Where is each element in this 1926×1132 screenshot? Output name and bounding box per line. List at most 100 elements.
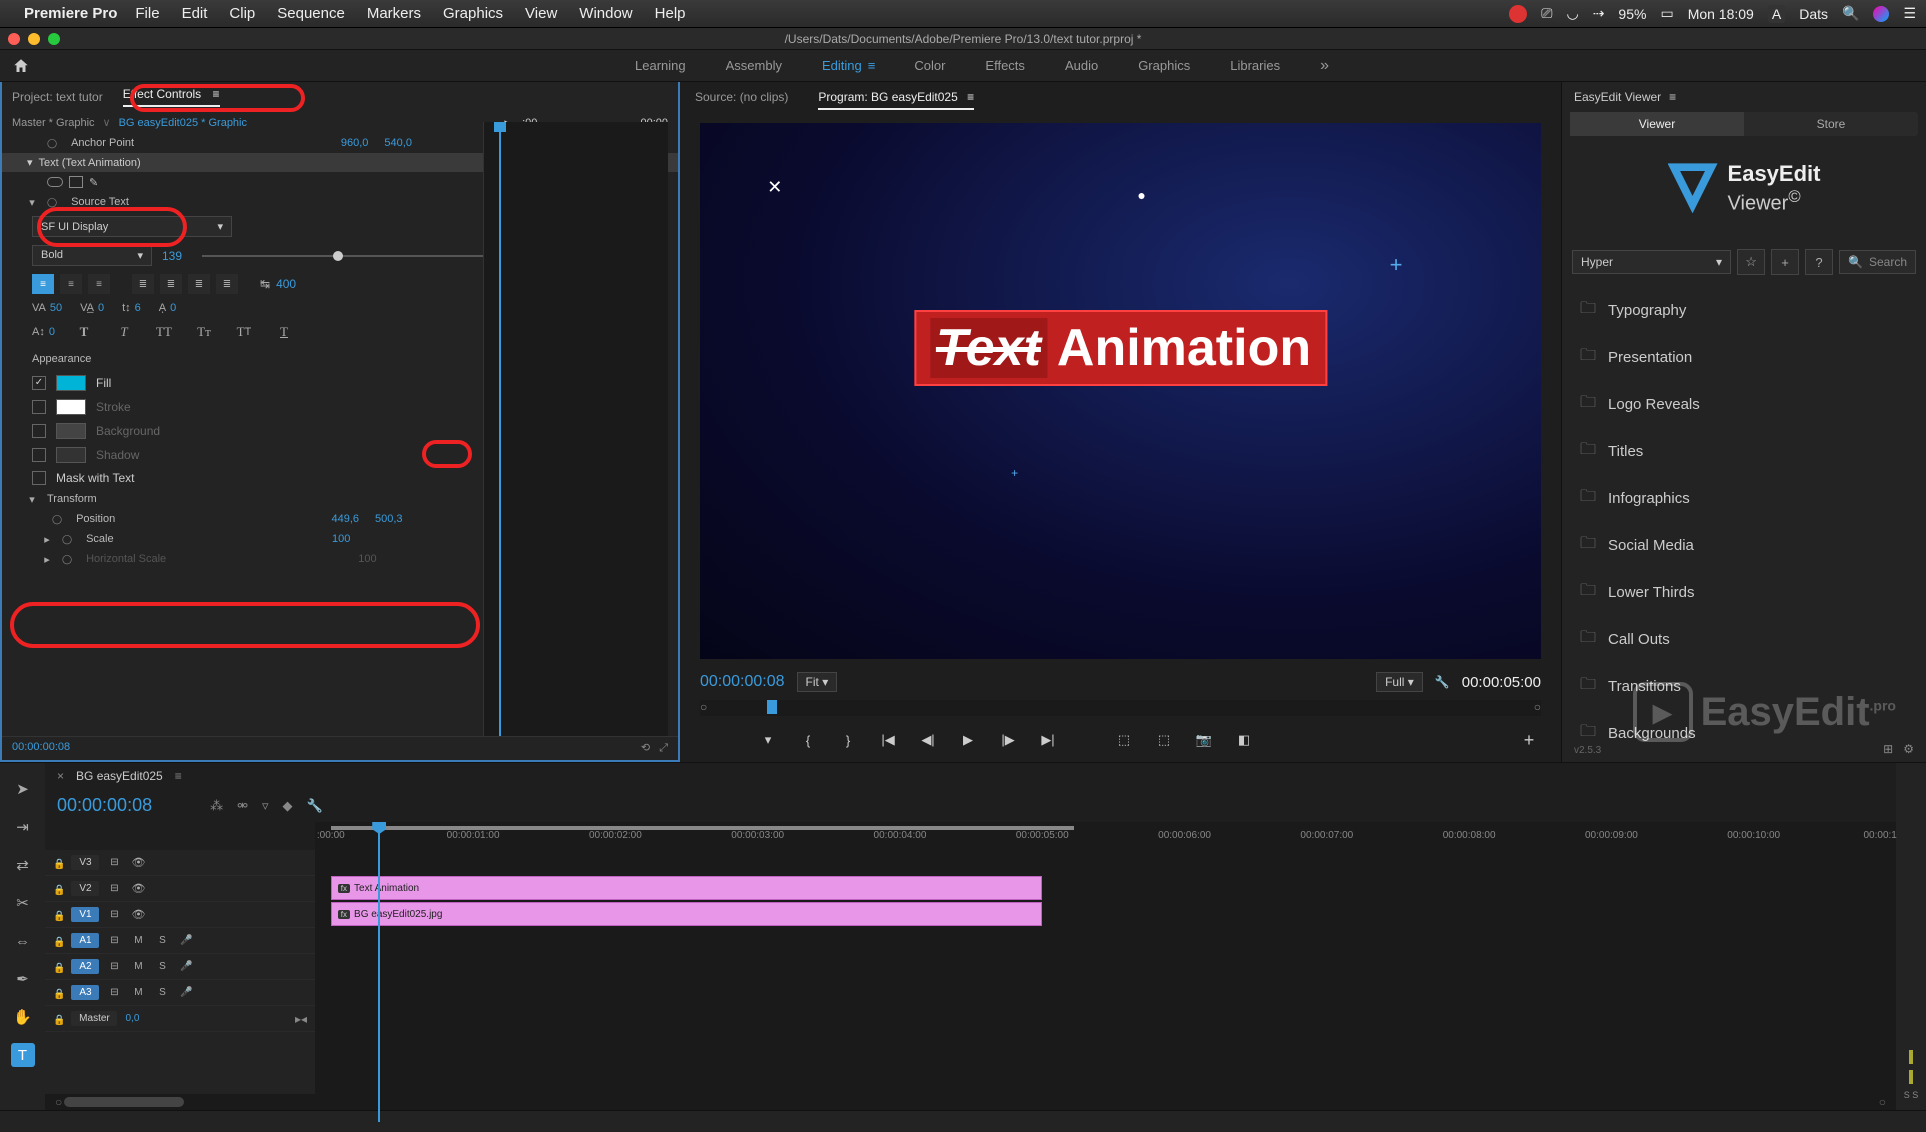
sequence-close-icon[interactable]: × [57,769,64,783]
sync-lock-icon[interactable]: ⊟ [105,961,123,972]
hand-tool-icon[interactable]: ✋ [11,1005,35,1029]
workspace-libraries[interactable]: Libraries [1230,58,1280,73]
workspace-graphics[interactable]: Graphics [1138,58,1190,73]
menu-window[interactable]: Window [579,5,632,22]
cat-presentation[interactable]: Presentation [1562,334,1926,381]
solo-icon[interactable]: S [153,935,171,946]
text-mask-pen-icon[interactable]: ✎ [89,176,98,189]
justify-all-icon[interactable]: ≣ [216,274,238,294]
track-header-master[interactable]: Master0,0▸◂ [45,1006,315,1032]
step-back-icon[interactable]: ◀| [916,730,940,750]
settings-icon[interactable]: ◆ [283,798,293,814]
cat-call-outs[interactable]: Call Outs [1562,616,1926,663]
go-to-out-icon[interactable]: ▶| [1036,730,1060,750]
clock[interactable]: Mon 18:09 [1688,6,1754,22]
baseline-value[interactable]: 6 [135,302,141,314]
user-name[interactable]: Dats [1799,6,1828,22]
workspace-audio[interactable]: Audio [1065,58,1098,73]
tsume-value[interactable]: 0 [170,302,176,314]
menu-sequence[interactable]: Sequence [277,5,345,22]
workspace-editing[interactable]: Editing≡ [822,58,874,73]
leading-value[interactable]: 400 [276,277,296,291]
workspace-overflow-icon[interactable]: » [1320,57,1329,75]
track-header-a1[interactable]: A1⊟MS [45,928,315,954]
fill-swatch[interactable] [56,375,86,391]
favorite-icon[interactable]: ☆ [1737,249,1765,275]
twirl-icon[interactable]: ▾ [27,156,33,169]
position-y[interactable]: 500,3 [375,513,403,525]
cat-transitions[interactable]: Transitions [1562,663,1926,710]
superscript-icon[interactable]: TT [233,322,255,342]
cat-social-media[interactable]: Social Media [1562,522,1926,569]
mute-icon[interactable]: M [129,935,147,946]
eye-icon[interactable] [129,856,147,869]
menu-graphics[interactable]: Graphics [443,5,503,22]
track-header-v1[interactable]: V1⊟ [45,902,315,928]
lock-icon[interactable] [53,960,65,974]
faux-bold-icon[interactable]: T [73,322,95,342]
button-editor-icon[interactable]: + [1517,730,1541,750]
underline-icon[interactable]: T [273,322,295,342]
comparison-icon[interactable]: ◧ [1232,730,1256,750]
home-icon[interactable] [12,57,30,75]
workspace-learning[interactable]: Learning [635,58,686,73]
cat-backgrounds[interactable]: Backgrounds [1562,710,1926,757]
settings-gear-icon[interactable]: ⚙ [1903,742,1914,756]
anchor-x[interactable]: 960,0 [341,137,369,149]
cat-logo-reveals[interactable]: Logo Reveals [1562,381,1926,428]
go-to-in-icon[interactable]: |◀ [876,730,900,750]
sequence-name[interactable]: BG easyEdit025 [76,769,163,783]
close-window-icon[interactable] [8,33,20,45]
record-icon[interactable] [1509,5,1527,23]
align-left-icon[interactable]: ≡ [32,274,54,294]
mask-checkbox[interactable] [32,471,46,485]
sync-lock-icon[interactable]: ⊟ [105,883,123,894]
slip-tool-icon[interactable]: ⇔ [11,929,35,953]
cat-infographics[interactable]: Infographics [1562,475,1926,522]
sync-lock-icon[interactable]: ⊟ [105,987,123,998]
mic-icon[interactable] [177,987,195,998]
ec-playhead[interactable] [499,122,501,742]
snap-icon[interactable]: ⁂ [210,798,223,814]
timeline-ruler[interactable]: :00:00 00:00:01:00 00:00:02:00 00:00:03:… [315,822,1896,850]
workspace-color[interactable]: Color [914,58,945,73]
sync-lock-icon[interactable]: ⊟ [105,857,123,868]
clip-name[interactable]: BG easyEdit025 * Graphic [119,117,247,129]
marker-icon[interactable]: ▾ [756,730,780,750]
cat-elements[interactable]: Elements [1562,757,1926,762]
workspace-assembly[interactable]: Assembly [726,58,782,73]
stroke-swatch[interactable] [56,399,86,415]
smallcaps-icon[interactable]: Tᴛ [193,322,215,342]
position-stopwatch-icon[interactable] [52,513,66,525]
resolution-select[interactable]: Full ▾ [1376,672,1423,692]
stroke-checkbox[interactable] [32,400,46,414]
solo-icon[interactable]: S [153,961,171,972]
text-animation-clip[interactable]: Text Animation [914,310,1327,386]
shadow-swatch[interactable] [56,447,86,463]
mic-icon[interactable] [177,961,195,972]
lock-icon[interactable] [53,1012,65,1026]
menu-clip[interactable]: Clip [229,5,255,22]
out-point-icon[interactable]: } [836,730,860,750]
text-mask-rect-icon[interactable] [69,176,83,188]
export-frame-icon[interactable]: 📷 [1192,730,1216,750]
ec-timecode[interactable]: 00:00:00:08 [12,741,70,753]
menu-help[interactable]: Help [655,5,686,22]
sync-lock-icon[interactable]: ⊟ [105,935,123,946]
user-badge[interactable]: A [1768,5,1785,23]
mute-icon[interactable]: M [129,987,147,998]
pen-tool-icon[interactable]: ✒ [11,967,35,991]
source-twirl-icon[interactable]: ▾ [27,196,37,209]
sync-lock-icon[interactable]: ⊟ [105,909,123,920]
lock-icon[interactable] [53,856,65,870]
eye-icon[interactable] [129,882,147,895]
vpn-icon[interactable]: ◡ [1566,5,1578,22]
align-center-icon[interactable]: ≡ [60,274,82,294]
add-icon[interactable]: + [1771,249,1799,275]
baseline2-value[interactable]: 0 [49,326,55,338]
menu-file[interactable]: File [135,5,159,22]
scrubber-playhead[interactable] [767,700,777,714]
bg-checkbox[interactable] [32,424,46,438]
anchor-y[interactable]: 540,0 [384,137,412,149]
selection-tool-icon[interactable]: ➤ [11,777,35,801]
